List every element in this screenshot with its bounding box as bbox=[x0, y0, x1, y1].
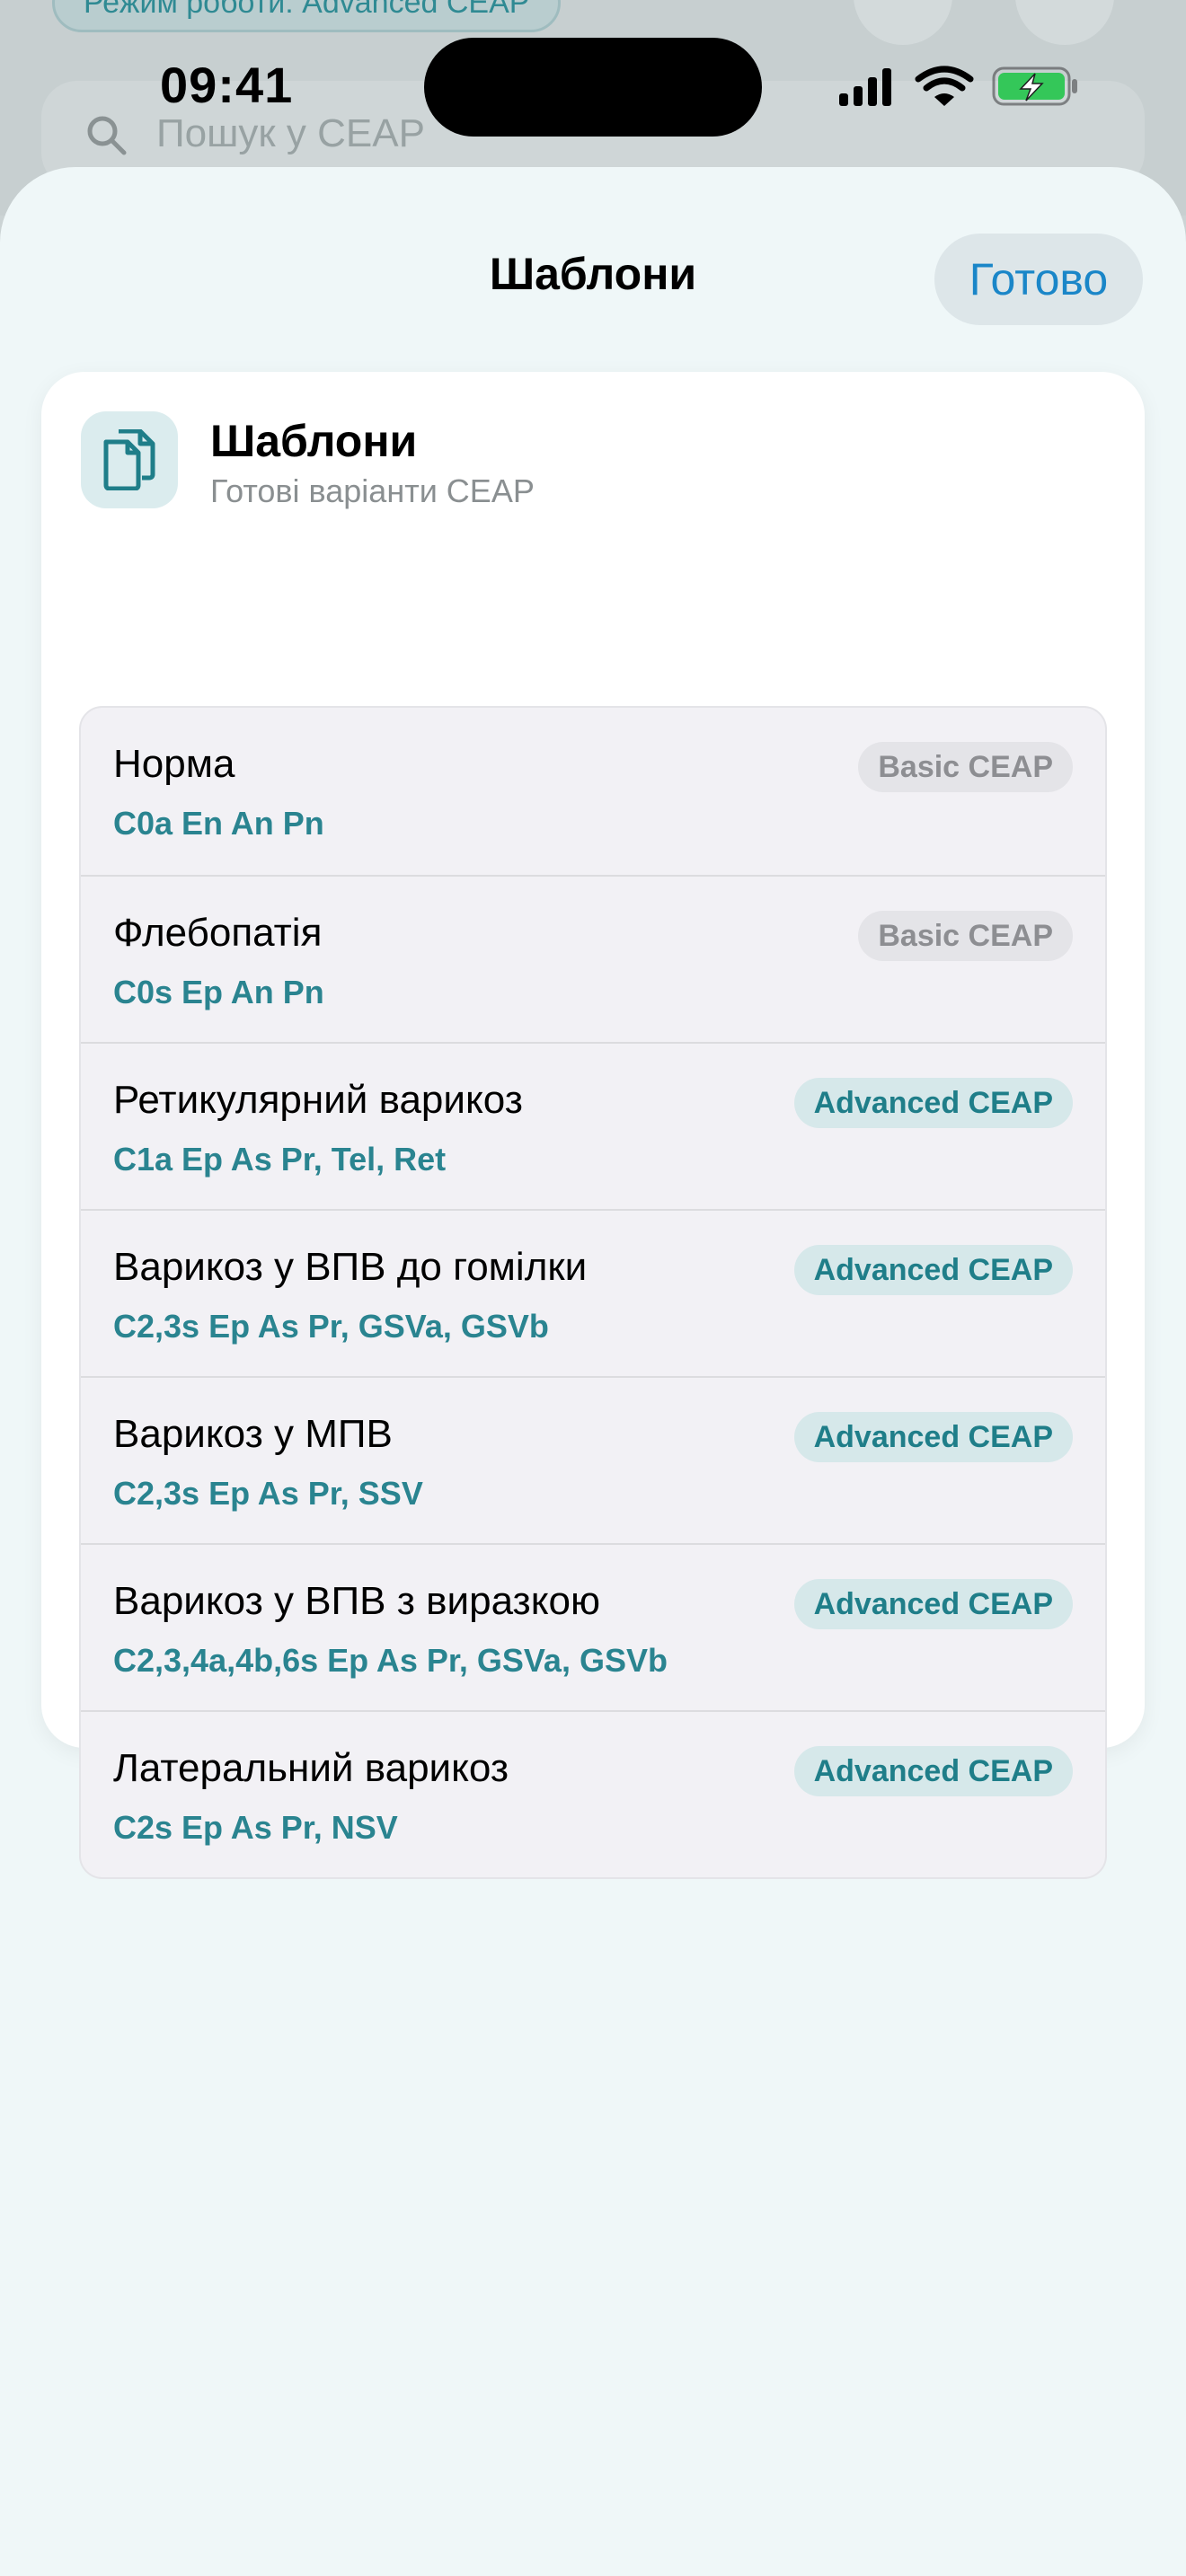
template-code: C1a Ep As Pr, Tel, Ret bbox=[113, 1141, 447, 1178]
template-code: C2,3s Ep As Pr, GSVa, GSVb bbox=[113, 1308, 549, 1345]
card-icon-container bbox=[81, 411, 178, 508]
template-code: C2,3s Ep As Pr, SSV bbox=[113, 1475, 423, 1512]
mode-badge: Basic CEAP bbox=[858, 742, 1073, 792]
dynamic-island bbox=[424, 38, 762, 137]
template-row-flebopatiya[interactable]: Флебопатія C0s Ep An Pn Basic CEAP bbox=[81, 875, 1105, 1042]
template-row-gsv-shin[interactable]: Варикоз у ВПВ до гомілки C2,3s Ep As Pr,… bbox=[81, 1209, 1105, 1376]
templates-sheet: Шаблони Готово Шаблони Готові варіанти C… bbox=[0, 167, 1186, 2576]
template-code: C2s Ep As Pr, NSV bbox=[113, 1809, 398, 1846]
card-title: Шаблони bbox=[210, 416, 418, 466]
card-subtitle: Готові варіанти CEAP bbox=[210, 472, 535, 509]
documents-icon bbox=[103, 429, 155, 490]
template-title: Ретикулярний варикоз bbox=[113, 1078, 523, 1122]
templates-list: Норма C0a En An Pn Basic CEAP Флебопатія… bbox=[79, 706, 1107, 1879]
search-icon bbox=[87, 116, 127, 155]
template-title: Флебопатія bbox=[113, 911, 323, 955]
template-row-ssv[interactable]: Варикоз у МПВ C2,3s Ep As Pr, SSV Advanc… bbox=[81, 1376, 1105, 1543]
done-button[interactable]: Готово bbox=[934, 234, 1143, 325]
mode-pill: Режим роботи: Advanced CEAP bbox=[52, 0, 562, 32]
template-title: Норма bbox=[113, 742, 235, 786]
template-title: Варикоз у ВПВ до гомілки bbox=[113, 1245, 588, 1289]
template-code: C0a En An Pn bbox=[113, 805, 324, 842]
template-row-gsv-ulcer[interactable]: Варикоз у ВПВ з виразкою C2,3,4a,4b,6s E… bbox=[81, 1543, 1105, 1710]
template-row-reticular[interactable]: Ретикулярний варикоз C1a Ep As Pr, Tel, … bbox=[81, 1042, 1105, 1209]
template-row-lateral[interactable]: Латеральний варикоз C2s Ep As Pr, NSV Ad… bbox=[81, 1710, 1105, 1877]
mode-badge: Advanced CEAP bbox=[793, 1412, 1073, 1462]
mode-badge: Advanced CEAP bbox=[793, 1245, 1073, 1295]
template-title: Латеральний варикоз bbox=[113, 1746, 509, 1790]
mode-badge: Basic CEAP bbox=[858, 911, 1073, 961]
wifi-icon bbox=[915, 66, 974, 106]
template-code: C2,3,4a,4b,6s Ep As Pr, GSVa, GSVb bbox=[113, 1642, 668, 1679]
mode-badge: Advanced CEAP bbox=[793, 1746, 1073, 1796]
template-row-norma[interactable]: Норма C0a En An Pn Basic CEAP bbox=[81, 708, 1105, 875]
mode-badge: Advanced CEAP bbox=[793, 1078, 1073, 1128]
template-code: C0s Ep An Pn bbox=[113, 974, 324, 1010]
mode-badge: Advanced CEAP bbox=[793, 1579, 1073, 1629]
templates-card: Шаблони Готові варіанти CEAP Норма C0a E… bbox=[41, 372, 1145, 1879]
status-time: 09:41 bbox=[160, 57, 294, 113]
battery-charging-icon bbox=[992, 66, 1077, 106]
template-title: Варикоз у МПВ bbox=[113, 1412, 393, 1456]
search-placeholder: Пошук у CEAP bbox=[156, 111, 425, 155]
template-title: Варикоз у ВПВ з виразкою bbox=[113, 1579, 600, 1623]
status-icons bbox=[839, 66, 1077, 106]
cellular-signal-icon bbox=[839, 68, 891, 106]
